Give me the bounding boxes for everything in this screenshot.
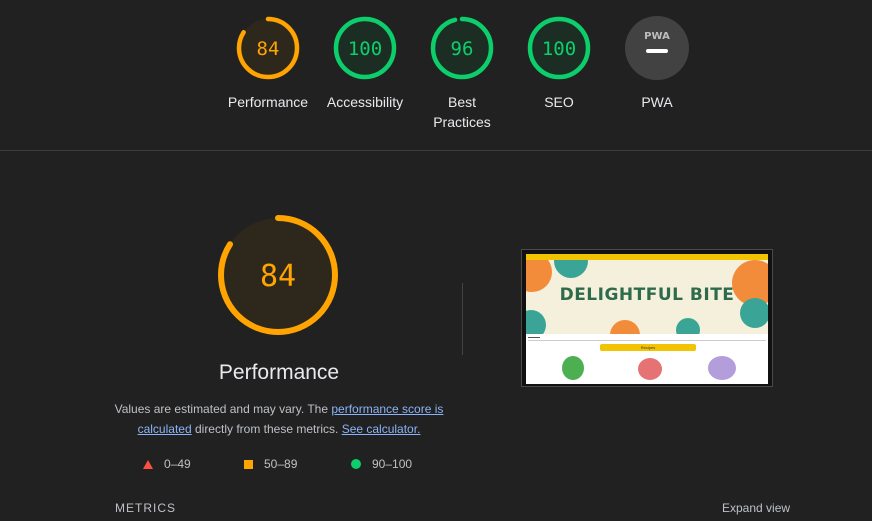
gauge-performance[interactable]: 84 Performance [218,15,318,112]
screenshot-body: Recipes [526,334,768,384]
screenshot-site-title: DELIGHTFUL BITE [559,285,735,305]
screenshot-button: Recipes [600,344,696,351]
performance-gauge-large: 84 [217,214,339,341]
gauge-seo-ring: 100 [527,16,591,80]
gauge-pwa[interactable]: PWA PWA [607,15,707,112]
gauge-accessibility-score: 100 [348,38,382,60]
pwa-badge-text: PWA [644,31,670,42]
gauge-best-practices-score: 96 [451,38,474,60]
desc-middle: directly from these metrics. [191,422,342,436]
screenshot-page: DELIGHTFUL BITE Recipes [526,254,768,384]
gauge-best-practices[interactable]: 96 Best Practices [412,15,512,132]
screenshot-card-2 [610,354,686,382]
screenshot-hero: DELIGHTFUL BITE [526,260,768,334]
gauge-seo[interactable]: 100 SEO [509,15,609,112]
gauge-accessibility-label: Accessibility [326,94,404,110]
performance-gauge-ring: 84 [218,215,338,335]
pwa-badge-icon: PWA [625,16,689,80]
expand-view-toggle[interactable]: Expand view [722,501,790,515]
performance-title: Performance [218,361,340,384]
gauge-best-practices-ring: 96 [430,16,494,80]
circle-icon [351,459,361,469]
screenshot-card-1 [532,354,608,382]
metrics-heading: METRICS [115,501,176,515]
legend-pass-range: 90–100 [372,457,413,471]
gauge-performance-ring: 84 [236,16,300,80]
square-icon [244,459,253,469]
lighthouse-report: 84 Performance 100 Accessibility 96 Best… [0,0,872,521]
legend-average-range: 50–89 [264,457,298,471]
legend-fail-range: 0–49 [164,457,191,471]
gauge-performance-label: Performance [227,94,309,110]
desc-prefix: Values are estimated and may vary. The [114,402,332,416]
gauge-pwa-label: PWA [641,94,673,110]
category-gauges: 84 Performance 100 Accessibility 96 Best… [0,0,872,150]
performance-gauge-score: 84 [260,259,296,294]
performance-description: Values are estimated and may vary. The p… [108,399,450,439]
legend-fail: 0–49 [143,457,191,471]
see-calculator-link[interactable]: See calculator. [342,422,421,436]
gauge-accessibility-ring: 100 [333,16,397,80]
screenshot-card-3 [688,354,764,382]
score-legend: 0–49 50–89 90–100 [0,457,872,473]
legend-pass: 90–100 [351,457,412,471]
triangle-icon [143,459,153,469]
final-screenshot[interactable]: DELIGHTFUL BITE Recipes [521,249,773,387]
gauge-accessibility[interactable]: 100 Accessibility [315,15,415,112]
gauge-best-practices-label: Best Practices [433,94,491,130]
gauge-seo-score: 100 [542,38,576,60]
gauge-performance-score: 84 [257,38,280,60]
gauge-seo-label: SEO [544,94,574,110]
section-divider [0,150,872,151]
vertical-separator [462,283,463,355]
legend-average: 50–89 [244,457,297,471]
